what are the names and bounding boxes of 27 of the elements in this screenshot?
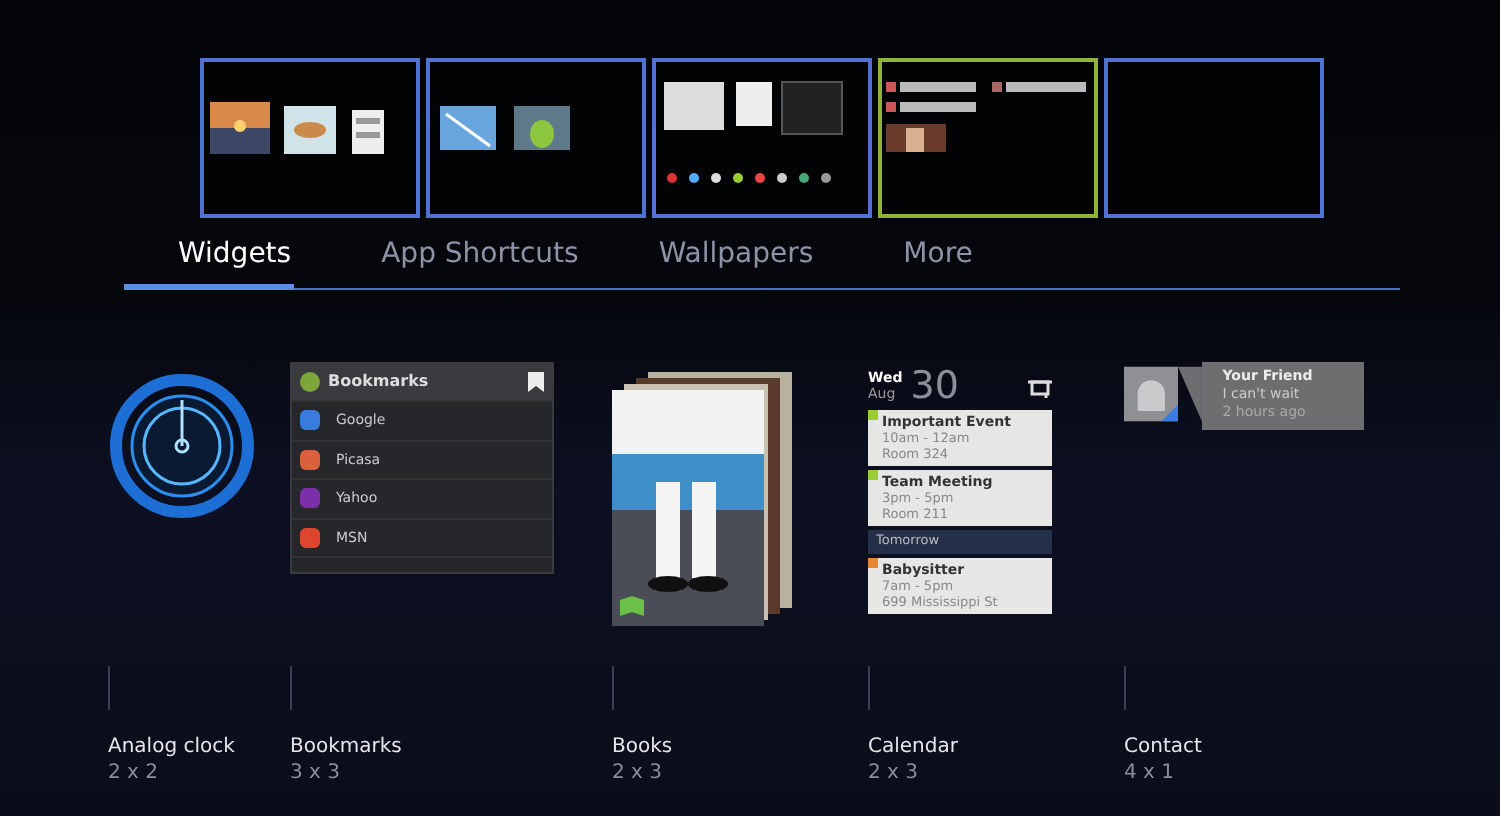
home-screen-thumbnail[interactable] — [878, 58, 1098, 218]
widget-name: Calendar — [868, 734, 960, 760]
widget-size: 4 x 1 — [1124, 760, 1176, 788]
home-screen-thumbnail[interactable] — [426, 58, 646, 218]
widget-name: Books — [612, 734, 675, 760]
globe-icon — [300, 372, 320, 392]
home-screen-thumbnail[interactable] — [1104, 58, 1324, 218]
home-screen-thumbnail[interactable] — [200, 58, 420, 218]
widget-size: 2 x 3 — [868, 760, 920, 788]
widget-size: 3 x 3 — [290, 760, 342, 788]
analog-clock-icon — [108, 372, 256, 520]
widget-name: Analog clock — [108, 734, 237, 760]
add-event-icon — [1028, 375, 1052, 397]
tab[interactable]: App Shortcuts — [381, 224, 579, 284]
tab[interactable]: Wallpapers — [658, 224, 814, 284]
widget-size: 2 x 2 — [108, 760, 160, 788]
day-number: 30 — [910, 366, 961, 406]
widget-size: 2 x 3 — [612, 760, 664, 788]
widget-name: Contact — [1124, 734, 1204, 760]
home-screen-thumbnail[interactable] — [652, 58, 872, 218]
screen-preview-drawing — [440, 106, 570, 150]
tab[interactable]: Widgets — [178, 224, 292, 284]
bookmark-icon — [528, 372, 544, 392]
contact-avatar-icon — [1124, 362, 1179, 426]
widget-name: Bookmarks — [290, 734, 404, 760]
widget-title: Bookmarks — [328, 370, 431, 394]
tab[interactable]: More — [903, 224, 973, 284]
